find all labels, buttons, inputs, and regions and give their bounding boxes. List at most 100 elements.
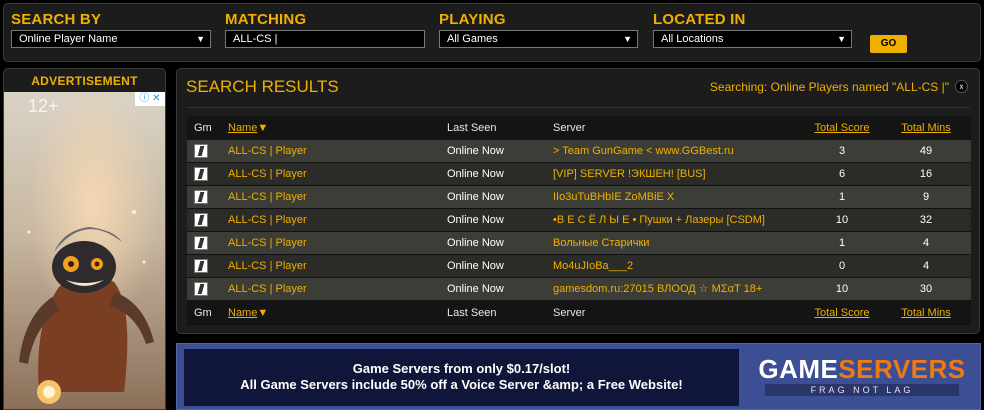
col-name[interactable]: Name▼ — [228, 301, 438, 325]
chevron-down-icon: ▼ — [623, 34, 632, 44]
server-link[interactable]: •В Е С Ё Л Ы Е • Пушки + Лазеры [CSDM] — [553, 209, 793, 232]
last-seen: Online Now — [447, 145, 504, 157]
located-label: LOCATED IN — [653, 11, 746, 28]
table-row: ALL-CS | Player Online Now gamesdom.ru:2… — [187, 278, 971, 301]
matching-group: MATCHING — [225, 11, 306, 29]
last-seen: Online Now — [447, 214, 504, 226]
last-seen: Online Now — [447, 260, 504, 272]
game-servers-banner[interactable]: Game Servers from only $0.17/slot! All G… — [176, 343, 981, 410]
ad-image[interactable]: 12+ ⓘ ✕ — [4, 92, 165, 409]
total-mins: 32 — [919, 214, 933, 226]
col-last-seen: Last Seen — [447, 307, 497, 319]
banner-line-2: All Game Servers include 50% off a Voice… — [240, 377, 683, 392]
results-status: Searching: Online Players named "ALL-CS … — [709, 80, 949, 94]
close-icon[interactable]: x — [955, 80, 968, 93]
total-mins: 4 — [922, 260, 930, 272]
player-name-link[interactable]: ALL-CS | Player — [228, 163, 438, 186]
col-name-label[interactable]: Name — [228, 122, 257, 134]
total-score: 1 — [838, 191, 846, 203]
player-name-link[interactable]: ALL-CS | Player — [228, 140, 438, 163]
counter-strike-icon — [194, 236, 208, 250]
table-row: ALL-CS | Player Online Now •В Е С Ё Л Ы … — [187, 209, 971, 232]
sort-down-icon: ▼ — [257, 122, 269, 134]
located-select[interactable]: All Locations ▼ — [653, 30, 852, 48]
total-mins: 4 — [922, 237, 930, 249]
search-by-select[interactable]: Online Player Name ▼ — [11, 30, 211, 48]
player-name-link[interactable]: ALL-CS | Player — [228, 186, 438, 209]
advertisement-title: ADVERTISEMENT — [31, 74, 138, 88]
table-row: ALL-CS | Player Online Now [VIP] SERVER … — [187, 163, 971, 186]
server-link[interactable]: > Team GunGame < www.GGBest.ru — [553, 140, 793, 163]
table-body: ALL-CS | Player Online Now > Team GunGam… — [187, 140, 971, 301]
total-mins: 9 — [922, 191, 930, 203]
col-server: Server — [553, 307, 586, 319]
playing-value: All Games — [447, 33, 498, 45]
advertisement-panel: ADVERTISEMENT 12+ ⓘ ✕ — [3, 68, 166, 410]
banner-line-1: Game Servers from only $0.17/slot! — [352, 361, 571, 376]
col-total-mins[interactable]: Total Mins — [894, 116, 958, 140]
chevron-down-icon: ▼ — [196, 34, 205, 44]
total-score: 6 — [838, 168, 846, 180]
col-name-label[interactable]: Name — [228, 307, 257, 319]
total-score: 10 — [835, 283, 849, 295]
col-last-seen: Last Seen — [447, 122, 497, 134]
total-score: 0 — [838, 260, 846, 272]
info-icon[interactable]: ⓘ ✕ — [135, 92, 165, 106]
logo-tagline: FRAG NOT LAG — [765, 384, 959, 396]
player-name-link[interactable]: ALL-CS | Player — [228, 209, 438, 232]
counter-strike-icon — [194, 190, 208, 204]
table-footer: Gm Name▼ Last Seen Server Total Score To… — [187, 301, 971, 325]
search-by-label: SEARCH BY — [11, 11, 102, 28]
search-results-panel: SEARCH RESULTS Searching: Online Players… — [176, 68, 980, 334]
search-by-value: Online Player Name — [19, 33, 118, 45]
col-total-mins-label[interactable]: Total Mins — [901, 307, 951, 319]
logo-part-1: GAME — [758, 354, 839, 384]
gameservers-logo: GAMESERVERS FRAG NOT LAG — [747, 354, 977, 396]
server-link[interactable]: [VIP] SERVER !ЭКШЕН! [BUS] — [553, 163, 793, 186]
total-score: 3 — [838, 145, 846, 157]
server-link[interactable]: IIo3uTuBHbIE ZoMBiE X — [553, 186, 793, 209]
counter-strike-icon — [194, 282, 208, 296]
total-mins: 16 — [919, 168, 933, 180]
banner-text: Game Servers from only $0.17/slot! All G… — [184, 349, 739, 406]
server-link[interactable]: gamesdom.ru:27015 ВЛООД ☆ MΣαT 18+ — [553, 278, 793, 301]
table-row: ALL-CS | Player Online Now Mo4uJIoBa___2… — [187, 255, 971, 278]
total-mins: 30 — [919, 283, 933, 295]
ad-artwork — [4, 92, 165, 409]
col-gm: Gm — [194, 122, 212, 134]
playing-group: PLAYING — [439, 11, 506, 29]
last-seen: Online Now — [447, 168, 504, 180]
search-by-group: SEARCH BY — [11, 11, 101, 29]
divider — [186, 107, 970, 108]
matching-value: ALL-CS | — [233, 33, 278, 45]
go-button[interactable]: GO — [870, 35, 907, 53]
player-name-link[interactable]: ALL-CS | Player — [228, 278, 438, 301]
col-total-score[interactable]: Total Score — [802, 301, 882, 325]
counter-strike-icon — [194, 259, 208, 273]
sort-down-icon: ▼ — [257, 307, 269, 319]
total-mins: 49 — [919, 145, 933, 157]
chevron-down-icon: ▼ — [837, 34, 846, 44]
matching-input[interactable]: ALL-CS | — [225, 30, 425, 48]
player-name-link[interactable]: ALL-CS | Player — [228, 255, 438, 278]
col-total-mins-label[interactable]: Total Mins — [901, 122, 951, 134]
col-name[interactable]: Name▼ — [228, 116, 438, 140]
playing-select[interactable]: All Games ▼ — [439, 30, 638, 48]
age-rating-badge: 12+ — [28, 96, 59, 116]
server-link[interactable]: Вольные Старички — [553, 232, 793, 255]
playing-label: PLAYING — [439, 11, 506, 28]
col-total-score[interactable]: Total Score — [802, 116, 882, 140]
table-row: ALL-CS | Player Online Now > Team GunGam… — [187, 140, 971, 163]
last-seen: Online Now — [447, 191, 504, 203]
col-total-score-label[interactable]: Total Score — [814, 122, 869, 134]
col-total-score-label[interactable]: Total Score — [814, 307, 869, 319]
counter-strike-icon — [194, 213, 208, 227]
col-server: Server — [553, 122, 586, 134]
logo-wordmark: GAMESERVERS — [747, 354, 977, 384]
table-header: Gm Name▼ Last Seen Server Total Score To… — [187, 116, 971, 140]
player-name-link[interactable]: ALL-CS | Player — [228, 232, 438, 255]
server-link[interactable]: Mo4uJIoBa___2 — [553, 255, 793, 278]
col-total-mins[interactable]: Total Mins — [894, 301, 958, 325]
matching-label: MATCHING — [225, 11, 307, 28]
located-group: LOCATED IN — [653, 11, 746, 29]
